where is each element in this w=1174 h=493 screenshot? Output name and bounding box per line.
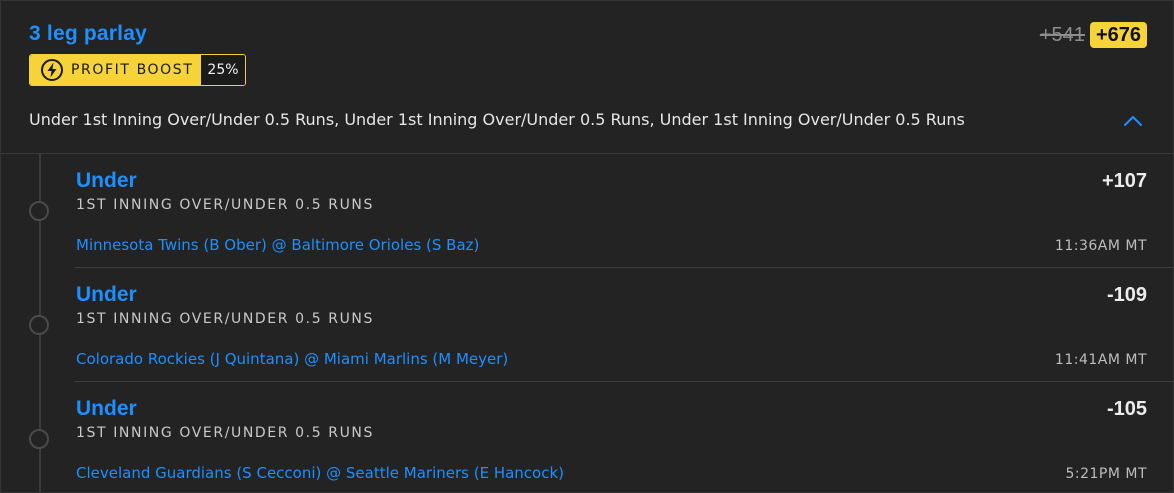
timeline-dot-icon	[29, 201, 49, 221]
timeline-dot-icon	[29, 429, 49, 449]
parlay-card: 3 leg parlay PROFIT BOOST 25% +541 +676 …	[0, 0, 1174, 493]
leg-odds: -109	[1106, 284, 1147, 306]
boosted-odds: +676	[1089, 22, 1147, 48]
leg-selection: Under	[76, 169, 137, 192]
leg-time: 11:36AM MT	[1054, 238, 1147, 254]
lightning-boost-icon	[41, 59, 63, 81]
parlay-odds: +541 +676	[1040, 22, 1147, 48]
profit-boost-badge: PROFIT BOOST 25%	[29, 54, 246, 86]
original-odds: +541	[1039, 23, 1085, 46]
timeline-dot-icon	[29, 315, 49, 335]
leg-market: 1ST INNING OVER/UNDER 0.5 RUNS	[76, 425, 374, 441]
parlay-leg[interactable]: Under 1ST INNING OVER/UNDER 0.5 RUNS Min…	[1, 154, 1173, 268]
leg-game-link[interactable]: Cleveland Guardians (S Cecconi) @ Seattl…	[76, 464, 564, 482]
leg-time: 11:41AM MT	[1054, 352, 1147, 368]
parlay-title: 3 leg parlay	[29, 22, 147, 45]
parlay-leg[interactable]: Under 1ST INNING OVER/UNDER 0.5 RUNS Col…	[1, 268, 1173, 382]
profit-boost-tag: PROFIT BOOST	[30, 55, 202, 85]
leg-market: 1ST INNING OVER/UNDER 0.5 RUNS	[76, 311, 374, 327]
parlay-leg[interactable]: Under 1ST INNING OVER/UNDER 0.5 RUNS Cle…	[1, 382, 1173, 493]
leg-odds: +107	[1101, 170, 1147, 192]
chevron-up-icon[interactable]	[1123, 112, 1143, 128]
profit-boost-percent: 25%	[201, 55, 245, 85]
leg-game-link[interactable]: Minnesota Twins (B Ober) @ Baltimore Ori…	[76, 236, 479, 254]
leg-time: 5:21PM MT	[1065, 466, 1147, 482]
leg-selection: Under	[76, 283, 137, 306]
leg-game-link[interactable]: Colorado Rockies (J Quintana) @ Miami Ma…	[76, 350, 508, 368]
leg-market: 1ST INNING OVER/UNDER 0.5 RUNS	[76, 197, 374, 213]
parlay-header: 3 leg parlay PROFIT BOOST 25% +541 +676 …	[1, 1, 1173, 154]
leg-selection: Under	[76, 397, 137, 420]
leg-odds: -105	[1106, 398, 1147, 420]
parlay-summary: Under 1st Inning Over/Under 0.5 Runs, Un…	[29, 110, 965, 129]
profit-boost-label: PROFIT BOOST	[71, 62, 194, 78]
